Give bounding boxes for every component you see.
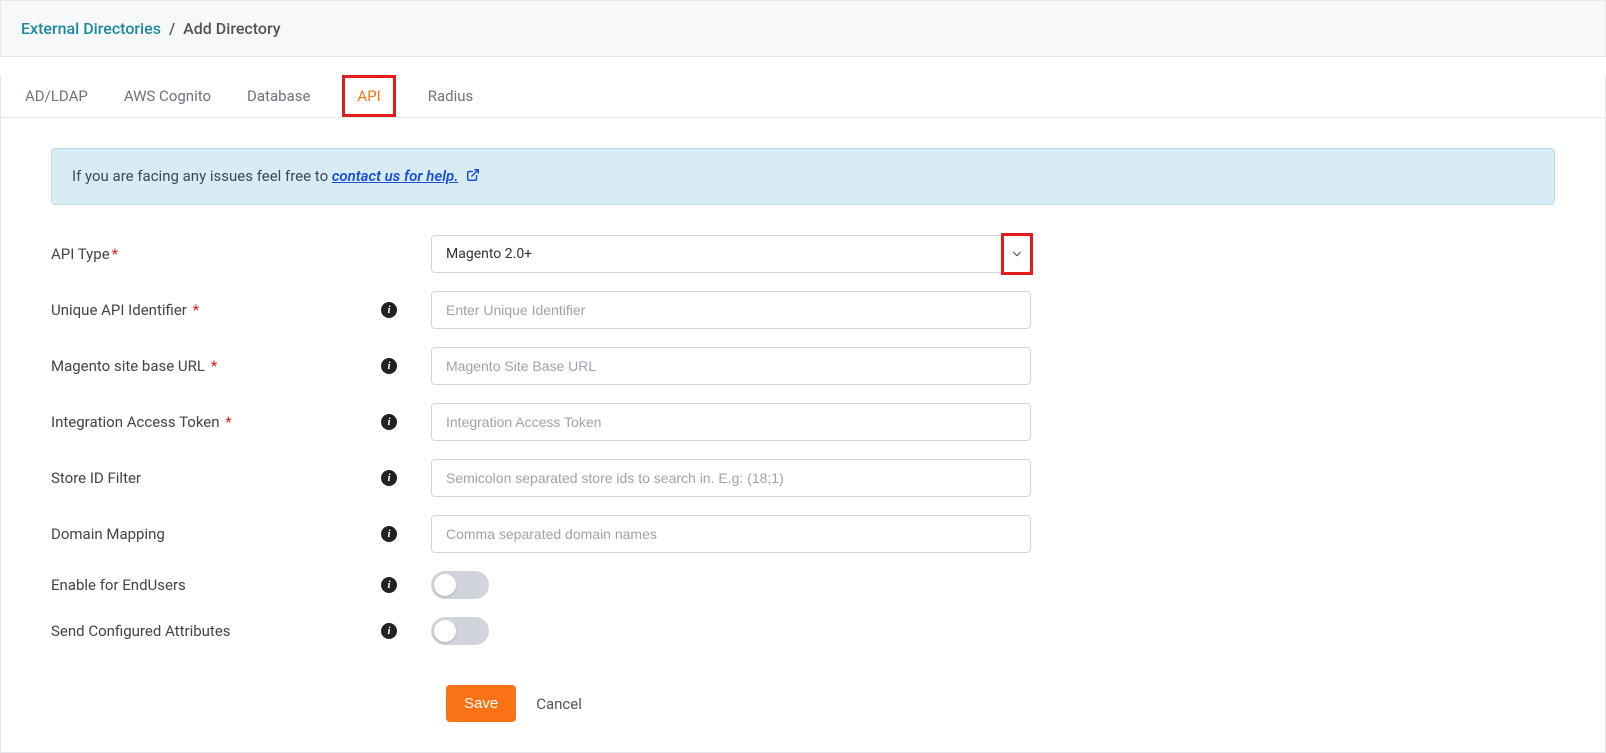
label-enable-endusers: Enable for EndUsers xyxy=(51,576,381,594)
required-asterisk: * xyxy=(112,245,118,263)
unique-identifier-input[interactable] xyxy=(431,291,1031,329)
label-send-attributes-text: Send Configured Attributes xyxy=(51,622,231,640)
access-token-input[interactable] xyxy=(431,403,1031,441)
info-icon[interactable]: i xyxy=(381,358,397,374)
info-icon[interactable]: i xyxy=(381,302,397,318)
tab-api[interactable]: API xyxy=(342,75,395,117)
tab-ad-ldap[interactable]: AD/LDAP xyxy=(21,75,92,117)
required-asterisk: * xyxy=(193,301,199,319)
enable-endusers-toggle[interactable] xyxy=(431,571,489,599)
form-row-api-type: API Type* Magento 2.0+ xyxy=(51,235,1555,273)
label-base-url: Magento site base URL * xyxy=(51,357,381,375)
required-asterisk: * xyxy=(211,357,217,375)
form-row-send-attributes: Send Configured Attributes i xyxy=(51,617,1555,645)
tab-radius[interactable]: Radius xyxy=(424,75,478,117)
label-api-type-text: API Type xyxy=(51,245,110,263)
base-url-input[interactable] xyxy=(431,347,1031,385)
toggle-knob xyxy=(434,620,456,642)
info-banner-text: If you are facing any issues feel free t… xyxy=(72,167,332,185)
toggle-knob xyxy=(434,574,456,596)
external-link-icon xyxy=(466,168,480,186)
label-domain-mapping-text: Domain Mapping xyxy=(51,525,165,543)
form-row-domain-mapping: Domain Mapping i xyxy=(51,515,1555,553)
tab-aws-cognito[interactable]: AWS Cognito xyxy=(120,75,215,117)
label-domain-mapping: Domain Mapping xyxy=(51,525,381,543)
cancel-button[interactable]: Cancel xyxy=(536,695,582,713)
api-type-selected-value: Magento 2.0+ xyxy=(446,246,532,262)
label-store-id: Store ID Filter xyxy=(51,469,381,487)
breadcrumb: External Directories / Add Directory xyxy=(21,19,1585,38)
label-store-id-text: Store ID Filter xyxy=(51,469,141,487)
send-attributes-toggle[interactable] xyxy=(431,617,489,645)
tab-database[interactable]: Database xyxy=(243,75,314,117)
info-banner: If you are facing any issues feel free t… xyxy=(51,148,1555,205)
header-bar: External Directories / Add Directory xyxy=(0,0,1606,57)
info-icon[interactable]: i xyxy=(381,623,397,639)
form-row-unique-identifier: Unique API Identifier * i xyxy=(51,291,1555,329)
label-api-type: API Type* xyxy=(51,245,381,263)
domain-mapping-input[interactable] xyxy=(431,515,1031,553)
breadcrumb-separator: / xyxy=(169,19,175,38)
save-button[interactable]: Save xyxy=(446,685,516,722)
info-icon[interactable]: i xyxy=(381,470,397,486)
breadcrumb-link-external-directories[interactable]: External Directories xyxy=(21,19,161,38)
form-row-access-token: Integration Access Token * i xyxy=(51,403,1555,441)
store-id-input[interactable] xyxy=(431,459,1031,497)
label-access-token: Integration Access Token * xyxy=(51,413,381,431)
content-area: AD/LDAP AWS Cognito Database API Radius … xyxy=(0,75,1606,753)
label-send-attributes: Send Configured Attributes xyxy=(51,622,381,640)
label-access-token-text: Integration Access Token xyxy=(51,413,220,431)
contact-help-link[interactable]: contact us for help. xyxy=(332,167,459,185)
required-asterisk: * xyxy=(225,413,231,431)
form-row-store-id: Store ID Filter i xyxy=(51,459,1555,497)
api-type-select[interactable]: Magento 2.0+ xyxy=(431,235,1031,273)
tab-bar: AD/LDAP AWS Cognito Database API Radius xyxy=(1,75,1605,118)
info-icon[interactable]: i xyxy=(381,577,397,593)
form-row-enable-endusers: Enable for EndUsers i xyxy=(51,571,1555,599)
label-unique-identifier-text: Unique API Identifier xyxy=(51,301,187,319)
label-enable-endusers-text: Enable for EndUsers xyxy=(51,576,186,594)
info-icon[interactable]: i xyxy=(381,414,397,430)
info-icon[interactable]: i xyxy=(381,526,397,542)
breadcrumb-current: Add Directory xyxy=(183,19,280,38)
form-row-base-url: Magento site base URL * i xyxy=(51,347,1555,385)
label-base-url-text: Magento site base URL xyxy=(51,357,205,375)
button-row: Save Cancel xyxy=(446,685,1555,722)
label-unique-identifier: Unique API Identifier * xyxy=(51,301,381,319)
